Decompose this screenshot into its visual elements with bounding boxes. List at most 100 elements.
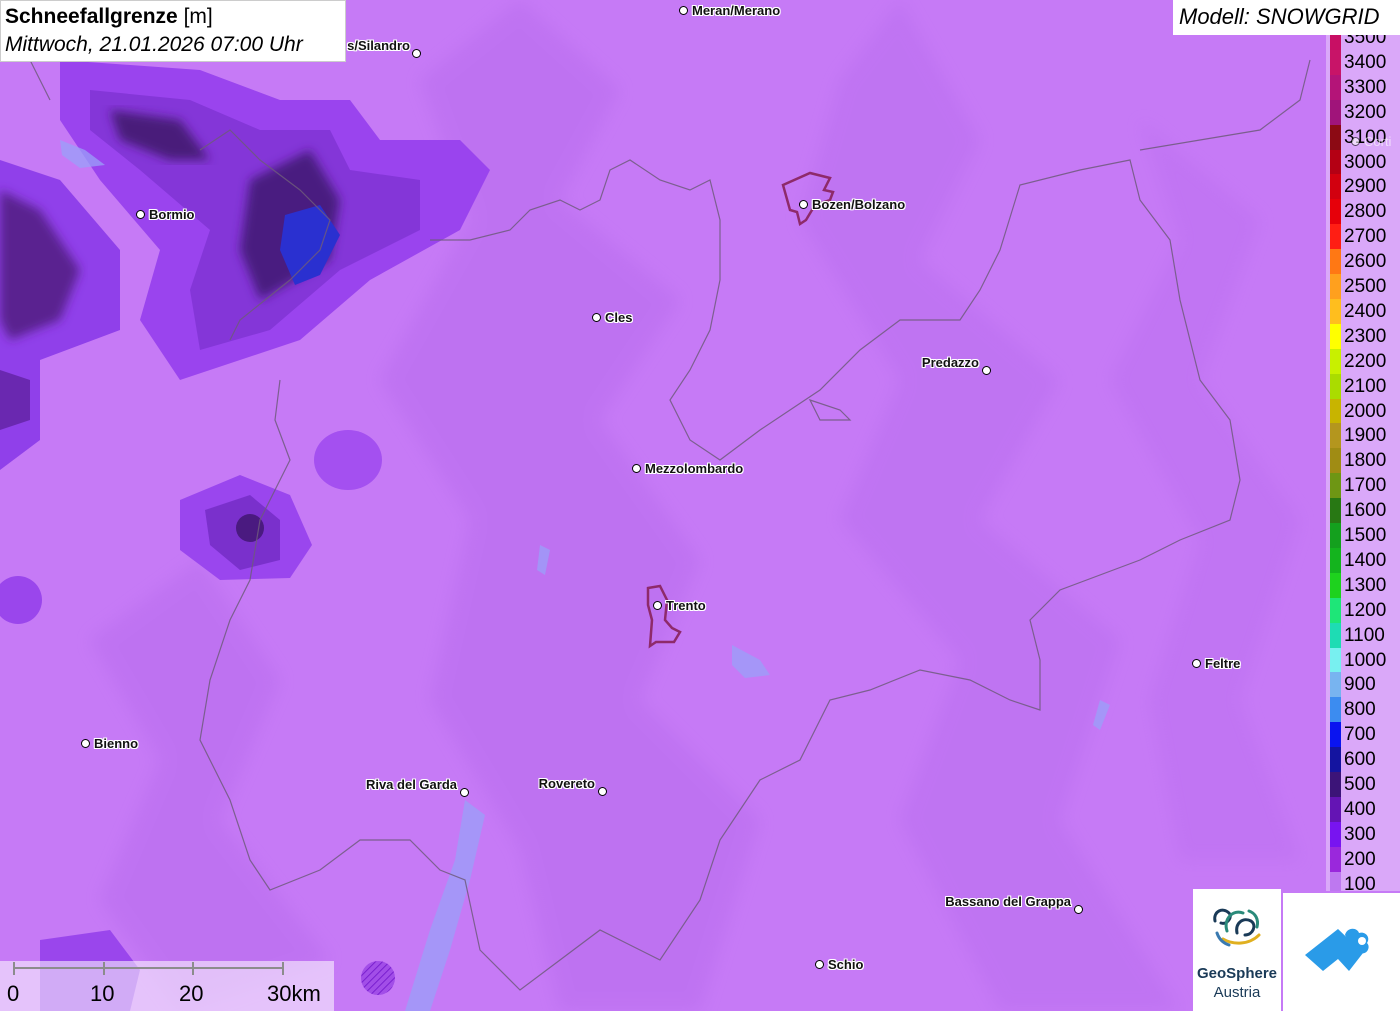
city-label-bormio: Bormio (149, 207, 195, 222)
city-marker-predazzo[interactable] (982, 366, 991, 375)
city-label-schio: Schio (828, 957, 864, 972)
legend-label: 3500 (1344, 35, 1387, 48)
legend-item-2600: 2600 (1326, 249, 1400, 275)
city-marker-mezzolombardo[interactable] (632, 464, 641, 473)
legend-item-1500: 1500 (1326, 523, 1400, 548)
city-label-meran-merano: Meran/Merano (692, 3, 781, 18)
city-marker-bormio[interactable] (136, 210, 145, 219)
legend-swatch (1330, 448, 1341, 474)
city-marker-corti[interactable] (1351, 137, 1360, 146)
legend-swatch (1330, 547, 1341, 573)
legend-label: 2600 (1344, 251, 1387, 273)
legend-swatch (1330, 622, 1341, 648)
legend-item-3300: 3300 (1326, 74, 1400, 100)
legend-swatch (1330, 373, 1341, 399)
map-title: Schneefallgrenze [m] (5, 3, 341, 31)
legend-label: 2800 (1344, 201, 1387, 223)
geosphere-emblem-icon (1213, 908, 1261, 947)
city-marker-feltre[interactable] (1192, 659, 1201, 668)
legend-swatch (1330, 348, 1341, 374)
legend-swatch (1330, 124, 1341, 150)
city-marker-s-silandro[interactable] (412, 49, 421, 58)
map-title-main: Schneefallgrenze (5, 5, 178, 28)
legend-label: 200 (1344, 848, 1376, 870)
legend-label: 2300 (1344, 325, 1387, 347)
scale-bar: 0 10 20 30km (0, 961, 334, 1011)
scale-label-0: 0 (7, 981, 20, 1006)
legend-swatch (1330, 747, 1341, 773)
legend-swatch (1330, 74, 1341, 100)
map-canvas[interactable] (0, 0, 1400, 1011)
legend-swatch (1330, 871, 1341, 891)
legend-item-1800: 1800 (1326, 448, 1400, 474)
legend-swatch (1330, 722, 1341, 748)
legend-item-3200: 3200 (1326, 99, 1400, 125)
legend-label: 3400 (1344, 51, 1387, 73)
map-datetime: Mittwoch, 21.01.2026 07:00 Uhr (5, 33, 303, 56)
legend-label: 1600 (1344, 500, 1387, 522)
legend-swatch (1330, 572, 1341, 598)
legend-swatch (1330, 298, 1341, 324)
legend-label: 1500 (1344, 525, 1387, 546)
geosphere-logo[interactable]: GeoSphere Austria (1193, 889, 1281, 1011)
legend-label: 1400 (1344, 549, 1387, 571)
scale-label-30km: 30km (267, 981, 321, 1006)
legend-swatch (1330, 697, 1341, 723)
legend-item-100: 100 (1326, 871, 1400, 891)
legend-item-2700: 2700 (1326, 224, 1400, 250)
legend-swatch (1330, 597, 1341, 623)
legend-swatch (1330, 99, 1341, 125)
color-legend: 3500 3400 3300 3200 3100 3000 2900 2800 2700 2600… (1326, 35, 1400, 891)
legend-item-2000: 2000 (1326, 398, 1400, 424)
legend-swatch (1330, 35, 1341, 50)
geosphere-logo-line2: Austria (1213, 984, 1261, 1001)
city-marker-bienno[interactable] (81, 739, 90, 748)
legend-item-2500: 2500 (1326, 274, 1400, 299)
city-label-s-silandro: s/Silandro (347, 38, 410, 53)
city-marker-cles[interactable] (592, 313, 601, 322)
legend-item-500: 500 (1326, 772, 1400, 797)
legend-item-2300: 2300 (1326, 323, 1400, 349)
legend-swatch (1330, 398, 1341, 424)
city-marker-bassano-del-grappa[interactable] (1074, 905, 1083, 914)
legend-label: 300 (1344, 823, 1376, 845)
legend-item-1400: 1400 (1326, 547, 1400, 573)
city-marker-trento[interactable] (653, 601, 662, 610)
legend-swatch (1330, 274, 1341, 299)
legend-item-1700: 1700 (1326, 473, 1400, 499)
city-marker-bozen-bolzano[interactable] (799, 200, 808, 209)
legend-swatch (1330, 174, 1341, 200)
city-label-trento: Trento (666, 598, 706, 613)
legend-item-900: 900 (1326, 672, 1400, 698)
scale-label-10: 10 (90, 981, 115, 1006)
legend-item-400: 400 (1326, 796, 1400, 822)
legend-label: 3200 (1344, 101, 1387, 123)
legend-label: 1100 (1344, 624, 1385, 646)
scale-label-20: 20 (179, 981, 204, 1006)
legend-swatch (1330, 249, 1341, 275)
legend-swatch (1330, 423, 1341, 449)
legend-swatch (1330, 523, 1341, 548)
legend-label: 1300 (1344, 574, 1387, 596)
legend-swatch (1330, 647, 1341, 673)
city-marker-schio[interactable] (815, 960, 824, 969)
city-marker-rovereto[interactable] (598, 787, 607, 796)
legend-item-1100: 1100 (1326, 622, 1400, 648)
city-label-bienno: Bienno (94, 736, 139, 751)
legend-item-200: 200 (1326, 846, 1400, 872)
legend-label: 3300 (1344, 76, 1387, 98)
legend-item-2400: 2400 (1326, 298, 1400, 324)
city-marker-meran-merano[interactable] (679, 6, 688, 15)
legend-swatch (1330, 473, 1341, 499)
legend-label: 1900 (1344, 425, 1387, 447)
legend-label: 3000 (1344, 151, 1387, 173)
city-label-cles: Cles (605, 310, 633, 325)
legend-label: 2500 (1344, 276, 1387, 297)
weather-app-logo[interactable] (1283, 893, 1400, 1011)
city-marker-riva-del-garda[interactable] (460, 788, 469, 797)
legend-item-1000: 1000 (1326, 647, 1400, 673)
legend-item-3000: 3000 (1326, 149, 1400, 175)
map-title-box: Schneefallgrenze [m] Mittwoch, 21.01.202… (0, 0, 346, 62)
geosphere-logo-line1: GeoSphere (1196, 965, 1278, 982)
legend-label: 2100 (1344, 375, 1387, 397)
